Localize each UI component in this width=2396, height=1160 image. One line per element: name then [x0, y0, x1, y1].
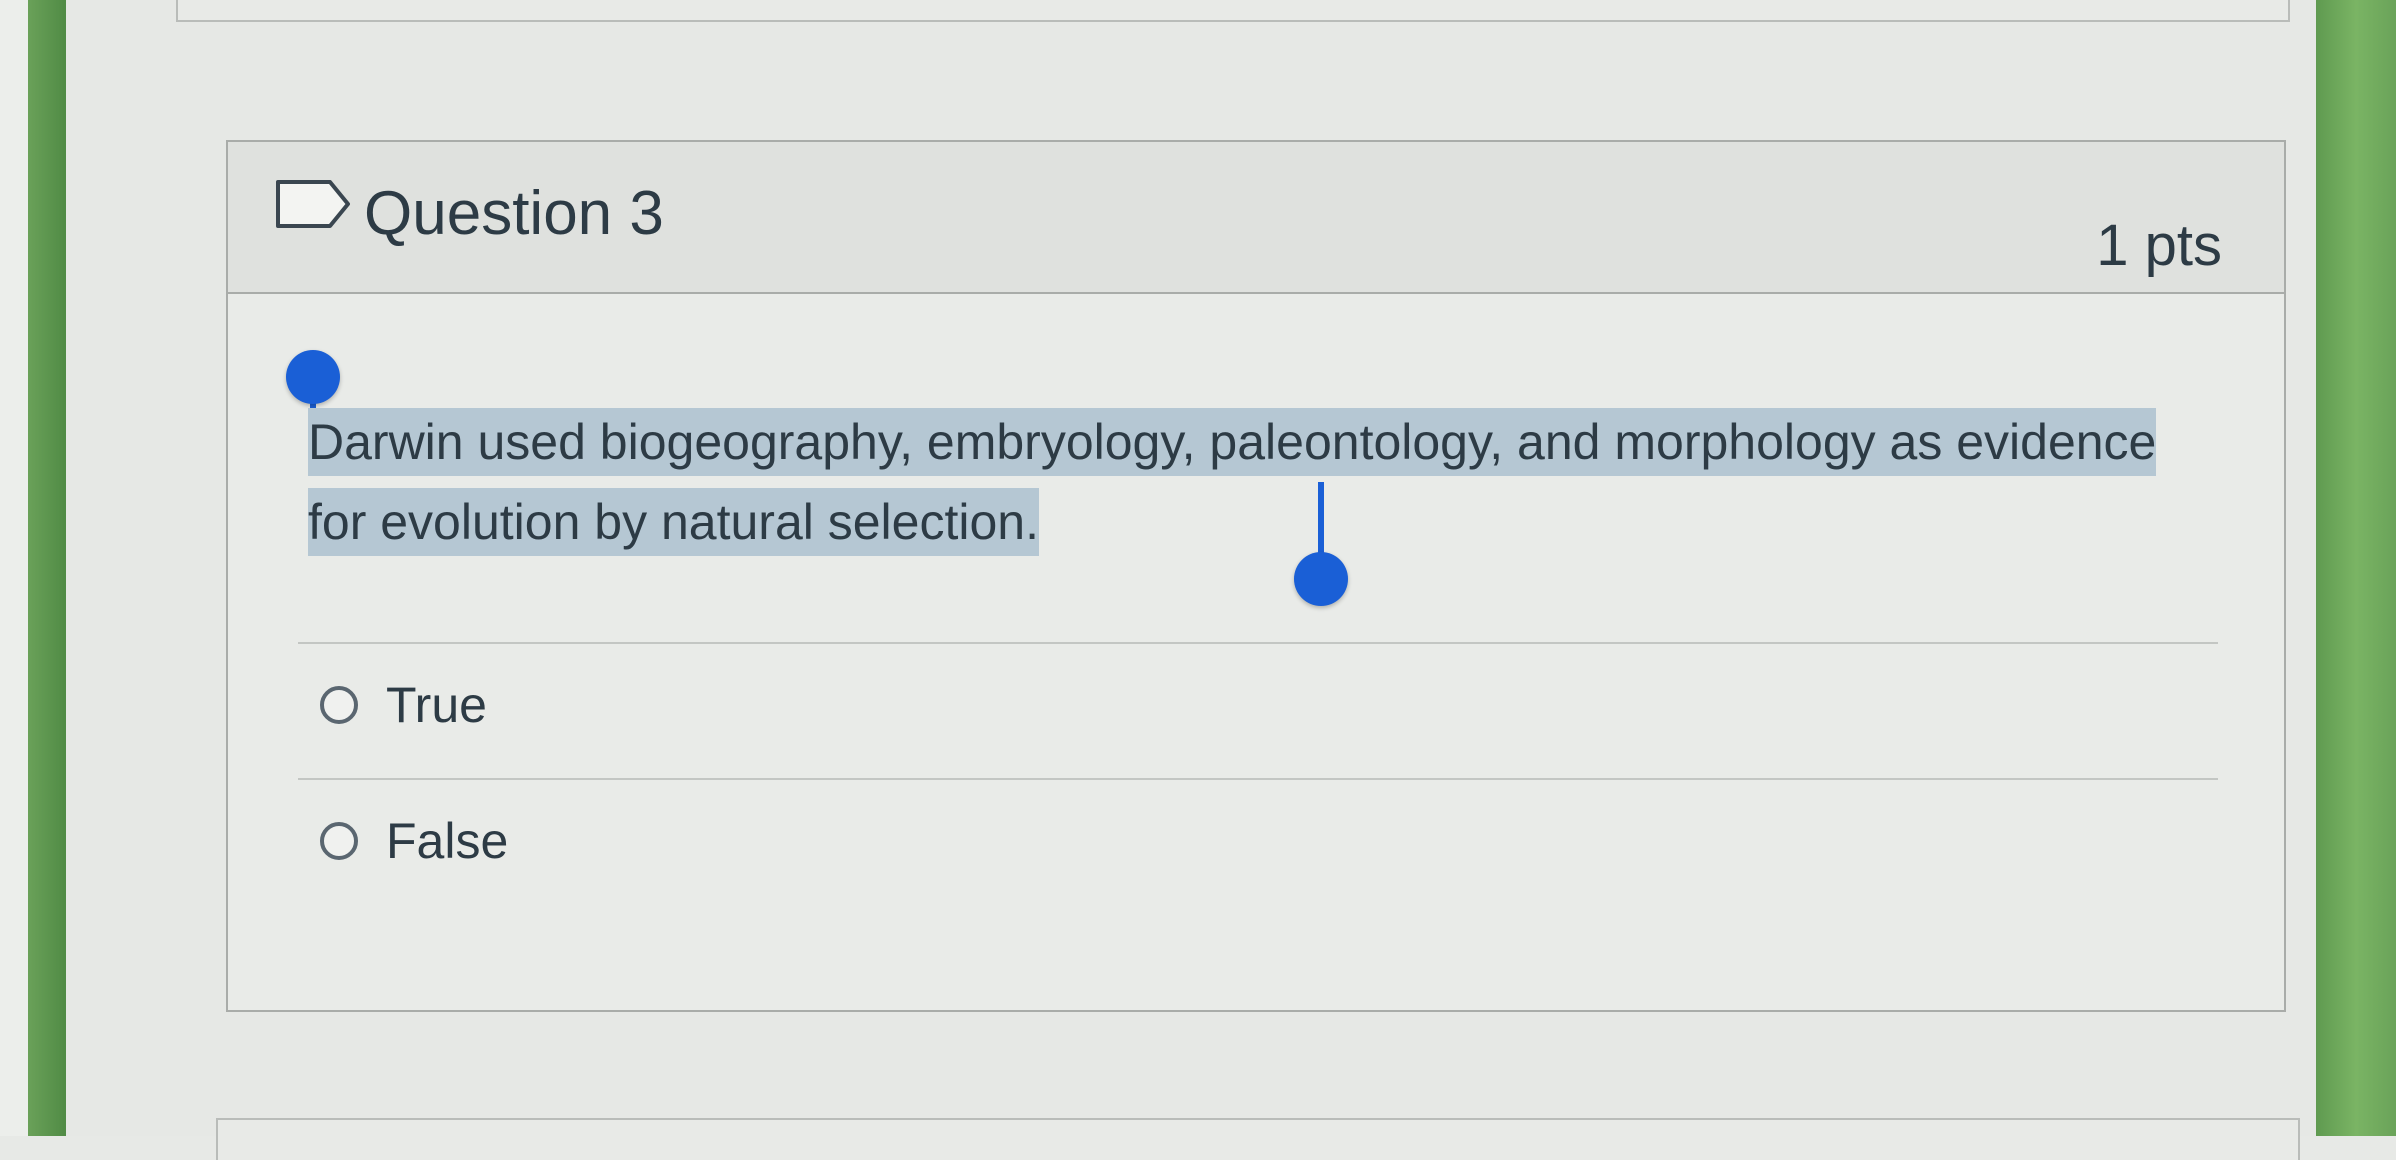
- question-card: Question 3 1 pts Darwin used biogeograph…: [226, 140, 2286, 1012]
- answer-label: True: [386, 677, 487, 733]
- left-bezel: [28, 0, 68, 1136]
- question-text: Darwin used biogeography, embryology, pa…: [308, 402, 2208, 562]
- next-question-card: [216, 1118, 2300, 1160]
- left-edge: [0, 0, 30, 1136]
- answer-option-false[interactable]: False: [320, 812, 508, 870]
- selection-handle-end[interactable]: [1294, 552, 1348, 606]
- quiz-page: Question 3 1 pts Darwin used biogeograph…: [66, 0, 2316, 1160]
- radio-button[interactable]: [320, 686, 358, 724]
- selection-handle-start[interactable]: [286, 350, 340, 404]
- question-text-selected: Darwin used biogeography, embryology, pa…: [308, 408, 2157, 556]
- right-bezel: [2316, 0, 2396, 1136]
- previous-question-card: [176, 0, 2290, 22]
- question-points: 1 pts: [2096, 213, 2222, 278]
- radio-button[interactable]: [320, 822, 358, 860]
- answer-option-true[interactable]: True: [320, 676, 487, 734]
- answer-label: False: [386, 813, 509, 869]
- answer-divider: [298, 642, 2218, 644]
- screen: Question 3 1 pts Darwin used biogeograph…: [0, 0, 2396, 1160]
- flag-question-icon[interactable]: [274, 176, 354, 240]
- question-title: Question 3: [364, 179, 664, 248]
- question-header: Question 3 1 pts: [228, 142, 2284, 294]
- answer-divider: [298, 778, 2218, 780]
